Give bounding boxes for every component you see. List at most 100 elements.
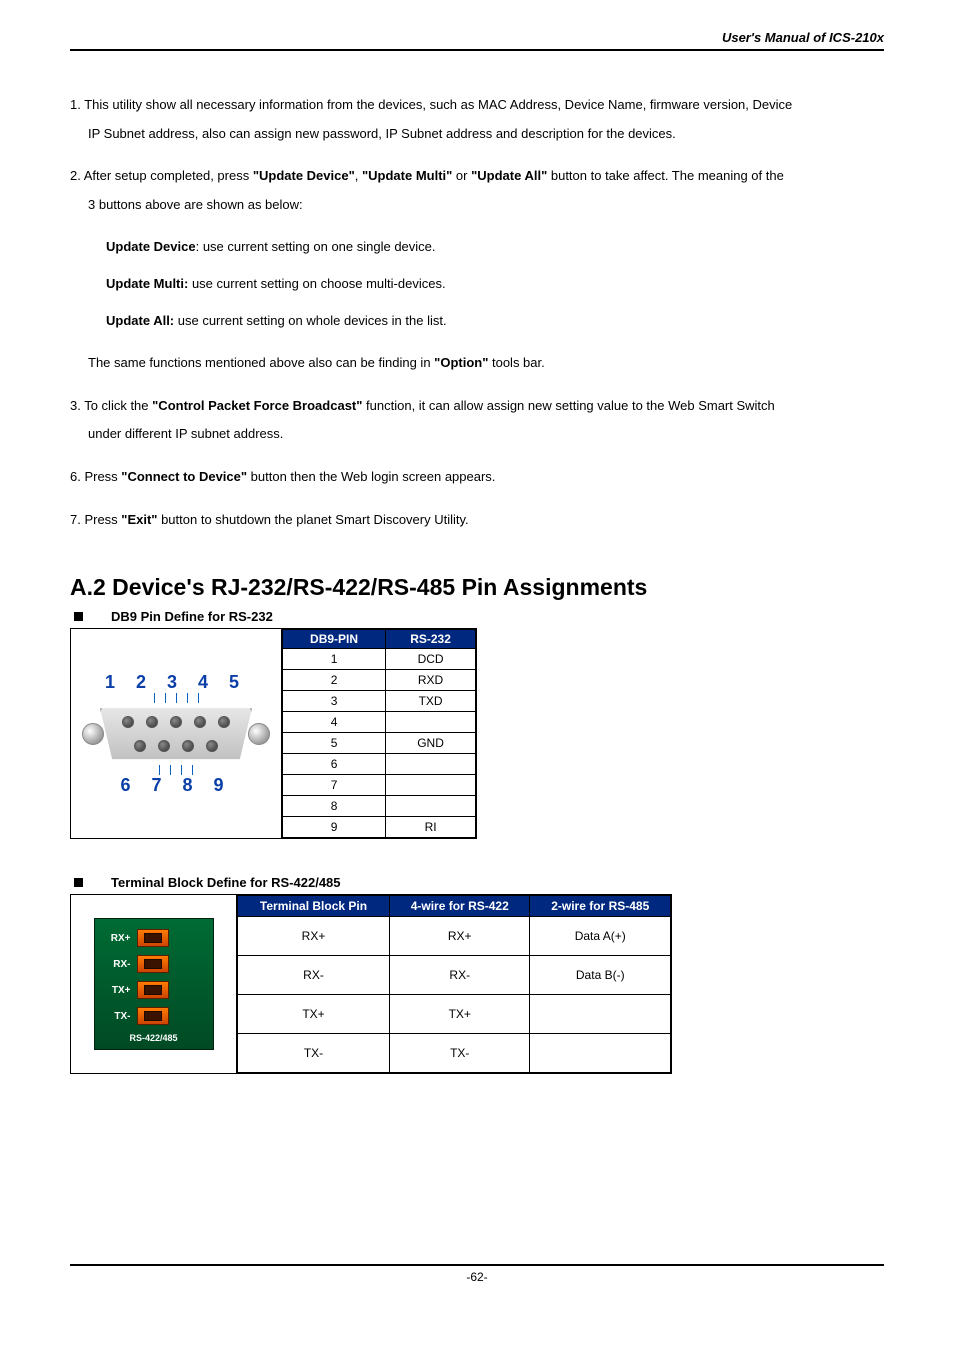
para-3: 3. To click the "Control Packet Force Br… (70, 392, 884, 449)
db9-cell: 3 (283, 691, 386, 712)
para-1: 1. This utility show all necessary infor… (70, 91, 884, 148)
same-a: The same functions mentioned above also … (88, 355, 434, 370)
tb-row: RX- (105, 955, 203, 973)
tb-cell: RX- (238, 956, 390, 995)
tb-cell: Data B(-) (530, 956, 671, 995)
p3a: 3. To click the (70, 398, 152, 413)
same-functions-line: The same functions mentioned above also … (88, 349, 884, 378)
db9-cell: 4 (283, 712, 386, 733)
ua-label: Update All: (106, 313, 174, 328)
p6a: 6. Press (70, 469, 121, 484)
p3c: function, it can allow assign new settin… (362, 398, 774, 413)
db9-cell: 8 (283, 796, 386, 817)
p3b: "Control Packet Force Broadcast" (152, 398, 362, 413)
db9-cell: GND (386, 733, 476, 754)
tb-bullet-row: Terminal Block Define for RS-422/485 (70, 875, 884, 890)
square-bullet-icon (74, 878, 83, 887)
db9-cell: 2 (283, 670, 386, 691)
tb-cell: Data A(+) (530, 917, 671, 956)
p2b: "Update Device" (253, 168, 355, 183)
para-1-line2: IP Subnet address, also can assign new p… (88, 120, 676, 149)
tb-cell: RX+ (238, 917, 390, 956)
tb-row: TX+ (105, 981, 203, 999)
db9-top-numbers: 1 2 3 4 5 (86, 672, 266, 693)
square-bullet-icon (74, 612, 83, 621)
p7b: "Exit" (121, 512, 157, 527)
db9-bullet-row: DB9 Pin Define for RS-232 (70, 609, 884, 624)
p2d: "Update Multi" (362, 168, 452, 183)
p2e: or (452, 168, 471, 183)
p7c: button to shutdown the planet Smart Disc… (157, 512, 468, 527)
tb-cell: RX+ (390, 917, 530, 956)
db9-cell: 1 (283, 649, 386, 670)
terminal-hole-icon (137, 929, 169, 947)
terminal-block-table-container: RX+ RX- TX+ TX- RS-422/485 Terminal Bloc… (70, 894, 672, 1074)
db9-cell: RXD (386, 670, 476, 691)
db9-h2: RS-232 (386, 630, 476, 649)
tb-cell: TX- (390, 1034, 530, 1073)
db9-cell: 7 (283, 775, 386, 796)
tb-row: TX- (105, 1007, 203, 1025)
terminal-hole-icon (137, 1007, 169, 1025)
tb-caption: RS-422/485 (105, 1033, 203, 1043)
p2c: , (355, 168, 362, 183)
db9-cell: TXD (386, 691, 476, 712)
terminal-hole-icon (137, 981, 169, 999)
terminal-hole-icon (137, 955, 169, 973)
p3d: under different IP subnet address. (88, 420, 283, 449)
p6c: button then the Web login screen appears… (247, 469, 495, 484)
para-1-line1: 1. This utility show all necessary infor… (70, 97, 792, 112)
update-multi-line: Update Multi: use current setting on cho… (106, 270, 884, 299)
p2g: button to take affect. The meaning of th… (547, 168, 784, 183)
pins-top (101, 716, 251, 728)
ud-text: : use current setting on one single devi… (196, 239, 436, 254)
db9-cell (386, 775, 476, 796)
tb-cell (530, 1034, 671, 1073)
running-header: User's Manual of ICS-210x (70, 30, 884, 45)
db9-top-ticks (86, 693, 266, 703)
pins-bottom (101, 740, 251, 752)
screw-right-icon (248, 723, 270, 745)
tb-tx-plus-label: TX+ (105, 985, 131, 996)
p2a: 2. After setup completed, press (70, 168, 253, 183)
para-2: 2. After setup completed, press "Update … (70, 162, 884, 219)
db9-connector-body (86, 705, 266, 763)
p2-line2: 3 buttons above are shown as below: (88, 191, 303, 220)
connector-shell (100, 705, 252, 763)
tb-rx-minus-label: RX- (105, 959, 131, 970)
tb-bullet-text: Terminal Block Define for RS-422/485 (111, 875, 341, 890)
db9-cell: 6 (283, 754, 386, 775)
tb-row: RX+ (105, 929, 203, 947)
ua-text: use current setting on whole devices in … (174, 313, 446, 328)
db9-bot-numbers: 6 7 8 9 (86, 775, 266, 796)
p2f: "Update All" (471, 168, 547, 183)
db9-connector-drawing: 1 2 3 4 5 6 7 8 9 (86, 672, 266, 796)
p7a: 7. Press (70, 512, 121, 527)
db9-pin-table: DB9-PIN RS-232 1DCD 2RXD 3TXD 4 5GND 6 7… (282, 629, 476, 838)
para-6: 6. Press "Connect to Device" button then… (70, 463, 884, 492)
db9-cell (386, 796, 476, 817)
db9-table-container: 1 2 3 4 5 6 7 8 9 DB9-PIN RS-232 (70, 628, 477, 839)
tb-h2: 4-wire for RS-422 (390, 896, 530, 917)
tb-cell: TX+ (238, 995, 390, 1034)
terminal-block-pin-table: Terminal Block Pin 4-wire for RS-422 2-w… (237, 895, 671, 1073)
db9-cell (386, 712, 476, 733)
db9-cell: 9 (283, 817, 386, 838)
tb-cell: RX- (390, 956, 530, 995)
db9-connector-cell: 1 2 3 4 5 6 7 8 9 (71, 629, 282, 838)
ud-label: Update Device (106, 239, 196, 254)
db9-cell (386, 754, 476, 775)
terminal-block-drawing: RX+ RX- TX+ TX- RS-422/485 (94, 918, 214, 1050)
tb-tx-minus-label: TX- (105, 1011, 131, 1022)
tb-rx-plus-label: RX+ (105, 933, 131, 944)
db9-cell: DCD (386, 649, 476, 670)
um-label: Update Multi: (106, 276, 188, 291)
tb-cell: TX+ (390, 995, 530, 1034)
body-text: 1. This utility show all necessary infor… (70, 91, 884, 534)
db9-cell: RI (386, 817, 476, 838)
update-all-line: Update All: use current setting on whole… (106, 307, 884, 336)
section-a2-title: A.2 Device's RJ-232/RS-422/RS-485 Pin As… (70, 574, 884, 601)
db9-bot-ticks (86, 765, 266, 775)
db9-h1: DB9-PIN (283, 630, 386, 649)
header-rule (70, 49, 884, 51)
